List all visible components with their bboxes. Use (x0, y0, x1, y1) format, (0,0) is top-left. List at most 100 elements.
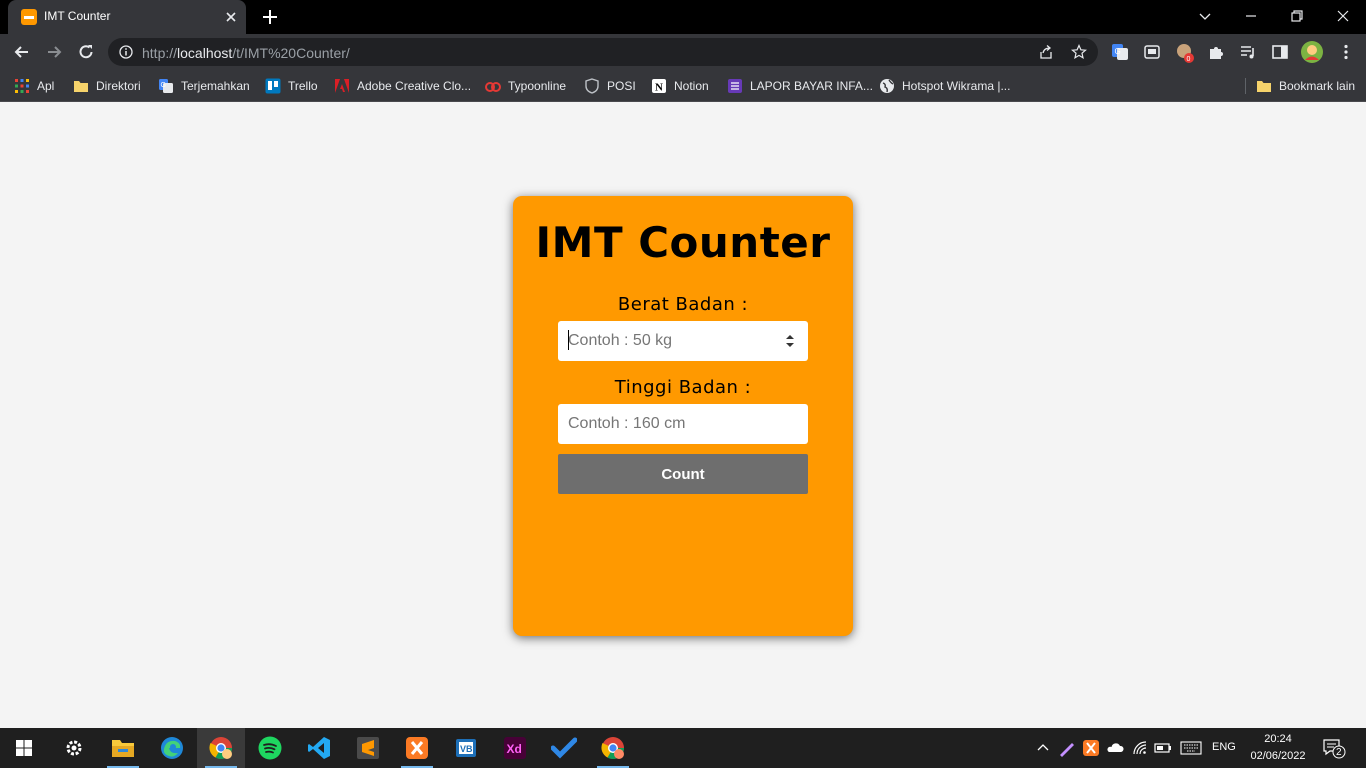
apps-grid-icon (14, 78, 30, 94)
notification-center-icon[interactable]: 2 (1322, 737, 1346, 759)
new-tab-icon[interactable] (260, 7, 280, 27)
bookmark-notion[interactable]: N Notion (651, 76, 709, 96)
weight-input[interactable] (558, 321, 808, 361)
taskbar-adobe-xd[interactable]: Xd (491, 728, 539, 768)
back-arrow-icon[interactable] (12, 42, 32, 62)
taskbar-chrome[interactable] (197, 728, 245, 768)
profile-avatar-icon[interactable] (1300, 40, 1323, 63)
battery-icon[interactable] (1154, 739, 1172, 757)
bookmark-posi[interactable]: POSI (584, 76, 636, 96)
profile-extension-icon[interactable]: 0 (1174, 42, 1194, 63)
xampp-icon (405, 736, 429, 760)
bookmark-label: Typoonline (508, 79, 567, 93)
google-translate-extension-icon[interactable]: G (1110, 42, 1130, 62)
bookmark-direktori[interactable]: Direktori (73, 76, 141, 96)
number-spinner-icon[interactable] (784, 332, 796, 350)
restore-icon[interactable] (1287, 6, 1307, 26)
clock-date: 02/06/2022 (1250, 750, 1306, 762)
site-info-icon[interactable] (119, 45, 133, 59)
address-bar[interactable]: http://localhost/t/IMT%20Counter/ (108, 38, 1098, 66)
svg-text:0: 0 (1187, 56, 1191, 63)
bookmark-label: Terjemahkan (181, 79, 250, 93)
minimize-icon[interactable] (1241, 6, 1261, 26)
wifi-icon[interactable] (1131, 739, 1149, 757)
bookmark-label: Bookmark lain (1279, 79, 1356, 93)
edge-icon (160, 736, 184, 760)
bookmark-separator (1245, 78, 1246, 94)
height-input[interactable] (558, 404, 808, 444)
bookmark-adobe[interactable]: Adobe Creative Clo... (334, 76, 471, 96)
browser-tab[interactable]: IMT Counter (8, 0, 246, 34)
taskbar-xampp[interactable] (393, 728, 441, 768)
weight-label: Berat Badan : (617, 294, 749, 315)
pen-tray-icon[interactable] (1058, 739, 1076, 757)
url-text[interactable]: http://localhost/t/IMT%20Counter/ (142, 45, 350, 61)
taskbar-edge[interactable] (148, 728, 196, 768)
bookmark-label: LAPOR BAYAR INFA... (750, 79, 873, 93)
height-label: Tinggi Badan : (614, 377, 752, 398)
extensions-puzzle-icon[interactable] (1206, 42, 1226, 62)
count-button[interactable]: Count (558, 454, 808, 494)
bookmark-terjemahkan[interactable]: G Terjemahkan (158, 76, 250, 96)
close-tab-icon[interactable] (222, 8, 240, 26)
keyboard-icon[interactable] (1180, 739, 1202, 757)
bookmark-typoonline[interactable]: Typoonline (485, 76, 566, 96)
show-hidden-icons-chevron-icon[interactable] (1034, 739, 1052, 757)
gear-icon (63, 737, 85, 759)
forward-arrow-icon[interactable] (44, 42, 64, 62)
svg-text:N: N (655, 82, 663, 94)
close-window-icon[interactable] (1333, 6, 1353, 26)
page-viewport: IMT Counter Berat Badan : Tinggi Badan :… (0, 103, 1366, 728)
svg-text:VB: VB (460, 744, 473, 754)
media-extension-icon[interactable] (1142, 42, 1162, 62)
taskbar-chrome-2[interactable] (589, 728, 637, 768)
svg-text:G: G (1115, 47, 1121, 56)
taskbar-sublime[interactable] (344, 728, 392, 768)
notion-icon: N (651, 78, 667, 94)
tab-title: IMT Counter (44, 9, 111, 23)
taskbar-clock[interactable]: 20:24 02/06/2022 (1242, 731, 1314, 765)
taskbar-settings[interactable] (50, 728, 98, 768)
more-menu-icon[interactable] (1336, 42, 1356, 62)
tab-search-icon[interactable] (1195, 6, 1215, 26)
folder-icon (1256, 78, 1272, 94)
bookmark-hotspot[interactable]: Hotspot Wikrama |... (879, 76, 1010, 96)
bookmarks-bar: Apl Direktori G Terjemahkan Trello Adobe… (0, 70, 1366, 102)
taskbar: VB Xd ENG 20:24 02/06/2022 2 (0, 728, 1366, 768)
file-explorer-icon (111, 737, 135, 759)
tab-favicon-icon (21, 9, 37, 25)
url-scheme: http:// (142, 45, 178, 61)
bookmark-apps[interactable]: Apl (14, 76, 54, 96)
taskbar-virtualbox[interactable]: VB (442, 728, 490, 768)
onedrive-cloud-icon[interactable] (1106, 739, 1124, 757)
bookmark-other[interactable]: Bookmark lain (1256, 76, 1355, 96)
clock-time: 20:24 (1264, 733, 1292, 745)
bookmark-label: Notion (674, 79, 709, 93)
text-cursor (568, 330, 569, 350)
browser-toolbar: http://localhost/t/IMT%20Counter/ G 0 (0, 34, 1366, 70)
bookmark-trello[interactable]: Trello (265, 76, 318, 96)
bookmark-label: Direktori (96, 79, 141, 93)
url-host: localhost (177, 45, 233, 61)
reload-icon[interactable] (76, 42, 96, 62)
notification-count: 2 (1336, 747, 1342, 758)
media-control-icon[interactable] (1238, 42, 1258, 62)
input-language[interactable]: ENG (1212, 741, 1236, 753)
spotify-icon (258, 736, 282, 760)
start-button[interactable] (0, 728, 48, 768)
page-title: IMT Counter (535, 218, 831, 267)
adobe-xd-icon: Xd (503, 736, 527, 760)
bookmark-star-icon[interactable] (1071, 44, 1087, 60)
taskbar-vscode[interactable] (295, 728, 343, 768)
taskbar-file-explorer[interactable] (99, 728, 147, 768)
xampp-tray-icon[interactable] (1082, 739, 1100, 757)
bookmark-label: Trello (288, 79, 318, 93)
url-path: /t/IMT%20Counter/ (232, 45, 350, 61)
chrome-icon (601, 736, 625, 760)
bookmark-lapor-bayar[interactable]: LAPOR BAYAR INFA... (727, 76, 873, 96)
form-icon (727, 78, 743, 94)
taskbar-todo[interactable] (540, 728, 588, 768)
side-panel-icon[interactable] (1270, 42, 1290, 62)
taskbar-spotify[interactable] (246, 728, 294, 768)
share-icon[interactable] (1038, 44, 1054, 60)
